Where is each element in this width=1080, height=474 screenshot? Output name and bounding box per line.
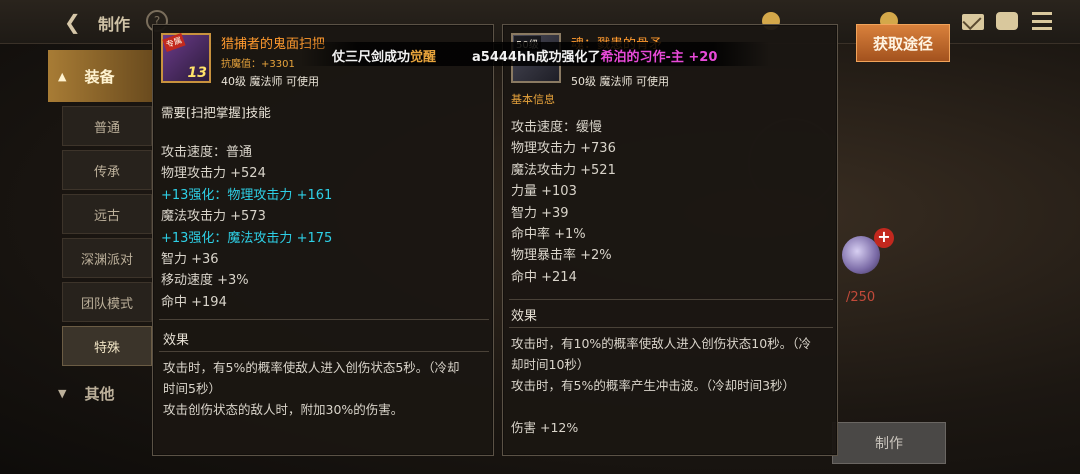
category-other[interactable]: ▼ 其他 (48, 370, 152, 416)
effect-text: 攻击时，有5%的概率使敌人进入创伤状态5秒。（冷却 时间5秒） 攻击创伤状态的敌… (163, 357, 460, 420)
item-requirement: 50级 魔法师 可使用 (571, 75, 669, 88)
effect-line: 攻击创伤状态的敌人时，附加30%的伤害。 (163, 402, 404, 417)
stat-list: 攻击速度：缓慢 物理攻击力 +736 魔法攻击力 +521 力量 +103 智力… (511, 117, 616, 288)
broadcast-text: 仗三尺剑成功 (332, 50, 411, 65)
stat-line: 命中 +194 (161, 294, 227, 310)
effect-title: 效果 (163, 333, 190, 348)
chevron-down-icon: ▼ (58, 386, 67, 400)
item-tooltip-left: 专属 13 猎捕者的鬼面扫把 抗魔值：+3301 40级 魔法师 可使用 需要[… (152, 24, 494, 456)
mail-icon[interactable] (962, 14, 984, 30)
stat-line: 魔法攻击力 +521 (511, 162, 616, 178)
enhance-level: 13 (187, 65, 207, 81)
add-material-icon[interactable]: + (874, 228, 894, 248)
effect-line: 却时间10秒） (511, 357, 590, 372)
stat-line: 物理攻击力 +736 (511, 141, 616, 157)
effect-title: 效果 (511, 309, 538, 324)
sidebar-item-normal[interactable]: 普通 (62, 106, 152, 146)
effect-line: 攻击时，有5%的概率产生冲击波。（冷却时间3秒） (511, 378, 796, 393)
material-cost: /250 (846, 290, 876, 305)
sidebar-item-abyss-party[interactable]: 深渊派对 (62, 238, 152, 278)
broadcast-highlight: 觉醒 (410, 50, 437, 65)
menu-icon[interactable] (1032, 12, 1052, 30)
stat-line: 命中率 +1% (511, 226, 586, 242)
category-equipment[interactable]: ▲ 装备 (48, 50, 152, 102)
category-equipment-label: 装备 (84, 67, 115, 86)
category-sidebar: ▲ 装备 普通 传承 远古 深渊派对 团队模式 特殊 ▼ 其他 (48, 44, 152, 474)
sidebar-item-ancient[interactable]: 远古 (62, 194, 152, 234)
effect-line: 攻击时，有5%的概率使敌人进入创伤状态5秒。（冷却 (163, 360, 460, 375)
anti-magic-value: 抗魔值：+3301 (221, 59, 295, 70)
exclusive-tag: 专属 (162, 32, 186, 53)
weapon-broom-icon: 专属 13 (161, 32, 211, 83)
system-broadcast: 仗三尺剑成功觉醒 a5444hh成功强化了希泊的习作-主 +20 (300, 42, 770, 66)
chat-icon[interactable] (996, 12, 1018, 30)
broadcast-text: a5444hh成功强化了 (472, 50, 601, 65)
acquire-source-button[interactable]: 获取途径 (856, 24, 950, 62)
broadcast-message-2: a5444hh成功强化了希泊的习作-主 +20 (472, 46, 717, 65)
stat-list: 攻击速度：普通 物理攻击力 +524 +13强化：物理攻击力 +161 魔法攻击… (161, 142, 332, 313)
effect-text: 攻击时，有10%的概率使敌人进入创伤状态10秒。（冷 却时间10秒） 攻击时，有… (511, 333, 811, 438)
stat-line: 命中 +214 (511, 269, 577, 285)
effect-line: 伤害 +12% (511, 420, 579, 435)
divider (509, 327, 833, 328)
stat-line: 智力 +36 (161, 251, 219, 267)
stat-line: 移动速度 +3% (161, 273, 249, 289)
divider (509, 299, 833, 300)
broadcast-message-1: 仗三尺剑成功觉醒 (332, 46, 436, 65)
stat-line: 攻击速度：缓慢 (511, 120, 603, 135)
stat-line: 智力 +39 (511, 205, 569, 221)
skill-requirement: 需要[扫把掌握]技能 (161, 105, 271, 120)
craft-button[interactable]: 制作 (832, 422, 946, 464)
item-tooltip-right: 50级 魂：戮患的骨矛 50级 魔法师 可使用 基本信息 攻击速度：缓慢 物理攻… (502, 24, 838, 456)
sidebar-item-team-mode[interactable]: 团队模式 (62, 282, 152, 322)
stat-line: 魔法攻击力 +573 (161, 209, 266, 225)
divider (159, 319, 489, 320)
enhance-stat-line: +13强化：魔法攻击力 +175 (161, 230, 333, 246)
back-arrow-icon[interactable]: ❮ (64, 10, 88, 34)
effect-line: 时间5秒） (163, 381, 221, 396)
effect-line: 攻击时，有10%的概率使敌人进入创伤状态10秒。（冷 (511, 336, 811, 351)
enhance-stat-line: +13强化：物理攻击力 +161 (161, 187, 333, 203)
stat-line: 物理暴击率 +2% (511, 248, 612, 264)
basic-info-header: 基本信息 (511, 93, 555, 106)
broadcast-highlight: 希泊的习作-主 +20 (600, 50, 718, 65)
stat-line: 物理攻击力 +524 (161, 166, 266, 182)
sidebar-item-inherit[interactable]: 传承 (62, 150, 152, 190)
divider (159, 351, 489, 352)
stat-line: 攻击速度：普通 (161, 145, 253, 160)
screen-title: 制作 (98, 15, 131, 34)
sidebar-item-special[interactable]: 特殊 (62, 326, 152, 366)
item-requirement: 40级 魔法师 可使用 (221, 75, 319, 88)
effect-line (511, 396, 811, 417)
chevron-up-icon: ▲ (58, 69, 67, 83)
stat-line: 力量 +103 (511, 184, 577, 200)
category-other-label: 其他 (84, 384, 115, 403)
